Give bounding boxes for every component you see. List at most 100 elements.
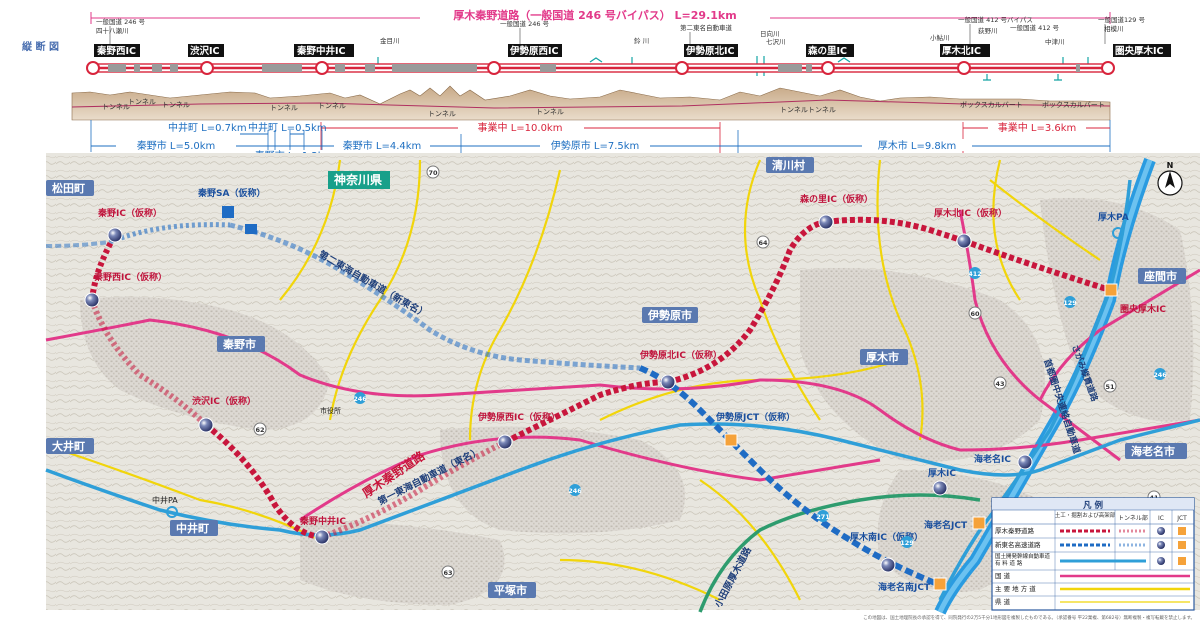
profile-ic-7: 圏央厚木IC <box>1115 45 1164 57</box>
shield-0: 246 <box>353 395 367 403</box>
note-n7: 日向川 <box>760 29 780 38</box>
note-n6: 第二東名自動車道 <box>680 23 733 32</box>
note-n8: 七沢川 <box>766 37 786 46</box>
map-section: 松田町 秦野市 大井町 中井町 平塚市 伊勢原市 厚木市 清川村 座間市 海老名… <box>45 153 1200 615</box>
lbl-atsugi-pa: 厚木PA <box>1098 211 1129 223</box>
legend-col-2: IC <box>1158 515 1164 522</box>
lbl-isehara-jct: 伊勢原JCT（仮称） <box>715 411 795 423</box>
dim-atsugi: 厚木市 L=9.8km <box>878 139 957 152</box>
dim-nakai1: 中井町 L=0.7km <box>168 121 247 134</box>
legend-row-6: 県 道 <box>995 597 1011 606</box>
town-nakai: 中井町 <box>176 521 209 535</box>
profile-ic-0: 秦野西IC <box>96 45 136 57</box>
note-n11: 一般国道 412 号 <box>1010 23 1060 32</box>
tunnel-1: トンネル <box>128 98 156 106</box>
tunnel-9: ボックスカルバート <box>960 101 1023 109</box>
shield-13: 43 <box>995 380 1004 388</box>
shield-5: 129 <box>900 539 914 547</box>
lbl-kenou-atsugi: 圏央厚木IC <box>1120 303 1166 315</box>
shield-8: 62 <box>255 426 264 434</box>
tunnel-8: トンネル <box>808 106 836 114</box>
shield-10: 70 <box>428 169 438 177</box>
dim-jigyo1: 事業中 L=10.0km <box>478 121 563 134</box>
note-n9: 一般国道 412 号バイパス <box>958 15 1033 24</box>
town-matsuda: 松田町 <box>52 181 85 195</box>
lbl-isehara-nishi: 伊勢原西IC（仮称） <box>477 411 560 423</box>
legend: 凡 例 土工・掘割および高架部 トンネル部 IC JCT 厚木秦野道路 新東名高… <box>991 497 1195 611</box>
tunnel-4: トンネル <box>318 102 346 110</box>
note-n14: 一般国道129 号 <box>1098 15 1145 24</box>
tunnel-6: トンネル <box>536 108 564 116</box>
profile-ic-1: 渋沢IC <box>190 45 220 57</box>
profile-ic-2: 秦野中井IC <box>296 45 346 57</box>
lbl-isehara-kita: 伊勢原北IC（仮称） <box>639 349 722 361</box>
town-ebina: 海老名市 <box>1131 444 1175 458</box>
lbl-atsugi-ic: 厚木IC <box>928 467 956 479</box>
note-n10: 荻野川 <box>978 26 998 35</box>
legend-col-1: トンネル部 <box>1118 514 1148 522</box>
lbl-morinosato: 森の里IC（仮称） <box>800 193 873 205</box>
poster-svg: 厚木秦野道路（一般国道 246 号バイパス） L=29.1km 縦 断 図 秦野… <box>22 8 1200 621</box>
town-atsugi: 厚木市 <box>866 350 899 364</box>
profile-section: 厚木秦野道路（一般国道 246 号バイパス） L=29.1km 縦 断 図 秦野… <box>22 8 1171 121</box>
note-n5: 鈴 川 <box>634 36 649 45</box>
note-n4: 一般国道 246 号 <box>500 19 550 28</box>
dim-hadano1: 秦野市 L=5.0km <box>137 139 216 152</box>
profile-ic-5: 森の里IC <box>808 45 847 57</box>
town-oi: 大井町 <box>52 439 85 453</box>
lbl-nakai-pa: 中井PA <box>152 495 178 505</box>
shield-9: 64 <box>758 239 768 247</box>
lbl-hadano-nishi: 秦野西IC（仮称） <box>93 271 167 283</box>
shield-2: 246 <box>568 487 582 495</box>
tunnel-10: ボックスカルバート <box>1042 101 1105 109</box>
route-title: 厚木秦野道路（一般国道 246 号バイパス） L=29.1km <box>453 8 736 22</box>
note-n3: 金目川 <box>380 36 400 45</box>
lbl-shibusawa: 渋沢IC（仮称） <box>192 395 256 407</box>
town-isehara: 伊勢原市 <box>647 308 692 322</box>
tunnel-0: トンネル <box>102 103 130 111</box>
legend-row-0: 厚木秦野道路 <box>995 526 1035 535</box>
dim-isehara: 伊勢原市 L=7.5km <box>551 139 640 152</box>
legend-row-2: 国土開発幹線自動車道 <box>995 552 1051 560</box>
legend-row-5: 主 要 地 方 道 <box>995 584 1036 593</box>
legend-row-4: 国 道 <box>995 571 1011 580</box>
town-hiratsuka: 平塚市 <box>494 583 527 597</box>
lbl-hadano-nakai: 秦野中井IC <box>299 515 346 527</box>
north-label: N <box>1167 161 1174 170</box>
shield-12: 51 <box>1105 383 1115 391</box>
lbl-ebina-jct: 海老名JCT <box>924 519 968 531</box>
profile-ic-3: 伊勢原西IC <box>509 45 559 57</box>
profile-ic-6: 厚木北IC <box>942 45 981 57</box>
dim-jigyo2: 事業中 L=3.6km <box>998 121 1077 134</box>
lbl-hadano-sa: 秦野SA（仮称） <box>197 187 265 199</box>
shield-7: 63 <box>443 569 452 577</box>
legend-row-3: 有 料 道 路 <box>995 559 1023 567</box>
profile-ic-4: 伊勢原北IC <box>685 45 735 57</box>
shield-1: 246 <box>1153 371 1167 379</box>
lbl-hadano-ic: 秦野IC（仮称） <box>97 207 162 219</box>
profile-ic-tags: 秦野西IC 渋沢IC 秦野中井IC 伊勢原西IC 伊勢原北IC 森の里IC 厚木… <box>94 44 1171 57</box>
legend-row-1: 新東名高速道路 <box>995 540 1041 549</box>
dim-nakai2: 中井町 L=0.5km <box>248 121 327 134</box>
tunnel-5: トンネル <box>428 110 456 118</box>
note-n2: 四十八瀬川 <box>96 26 129 35</box>
note-n13: 中津川 <box>1045 37 1065 46</box>
town-hadano: 秦野市 <box>222 337 256 351</box>
lbl-ebina-minami: 海老名南JCT <box>878 581 931 593</box>
note-n12: 小鮎川 <box>930 33 950 42</box>
profile-label: 縦 断 図 <box>22 40 59 53</box>
town-kiyokawa: 清川村 <box>772 158 805 172</box>
prefecture-label: 神奈川県 <box>334 172 382 187</box>
tunnel-2: トンネル <box>162 101 190 109</box>
town-zama: 座間市 <box>1143 269 1177 283</box>
lbl-shiyakusho: 市役所 <box>320 406 341 415</box>
route-map-poster: 厚木秦野道路（一般国道 246 号バイパス） L=29.1km 縦 断 図 秦野… <box>0 0 1200 623</box>
shield-6: 271 <box>816 513 830 521</box>
shield-4: 129 <box>1063 299 1077 307</box>
terrain-profile <box>71 85 1111 121</box>
legend-col-3: JCT <box>1176 515 1187 522</box>
shield-3: 412 <box>968 270 982 278</box>
tunnel-7: トンネル <box>780 106 808 114</box>
tunnel-3: トンネル <box>270 104 298 112</box>
note-n1: 一般国道 246 号 <box>96 17 146 26</box>
